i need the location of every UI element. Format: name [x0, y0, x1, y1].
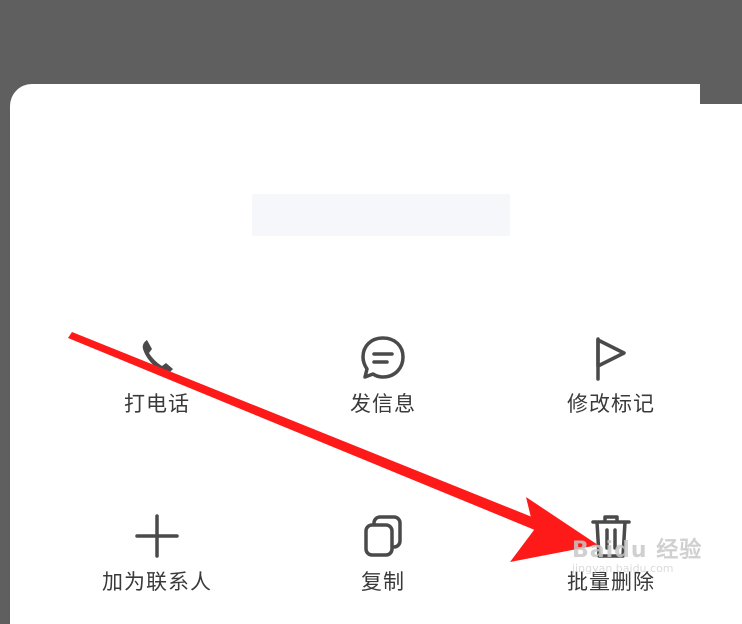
trash-icon	[591, 515, 631, 558]
backdrop-corner	[700, 74, 742, 104]
call-button[interactable]: 打电话	[57, 334, 257, 418]
copy-icon	[364, 515, 402, 557]
batch-delete-button[interactable]: 批量删除	[511, 512, 711, 596]
plus-icon	[135, 514, 179, 558]
add-contact-label: 加为联系人	[102, 570, 212, 594]
phone-number-redacted	[252, 194, 510, 236]
flag-icon	[596, 337, 626, 381]
send-message-button[interactable]: 发信息	[283, 334, 483, 418]
add-contact-button[interactable]: 加为联系人	[57, 512, 257, 596]
message-icon	[361, 336, 405, 379]
copy-button[interactable]: 复制	[283, 512, 483, 596]
edit-mark-label: 修改标记	[567, 392, 655, 416]
edit-mark-button[interactable]: 修改标记	[511, 334, 711, 418]
call-label: 打电话	[124, 392, 190, 416]
copy-label: 复制	[361, 570, 405, 594]
send-message-label: 发信息	[350, 392, 416, 416]
phone-icon	[142, 340, 173, 374]
batch-delete-label: 批量删除	[567, 570, 655, 594]
